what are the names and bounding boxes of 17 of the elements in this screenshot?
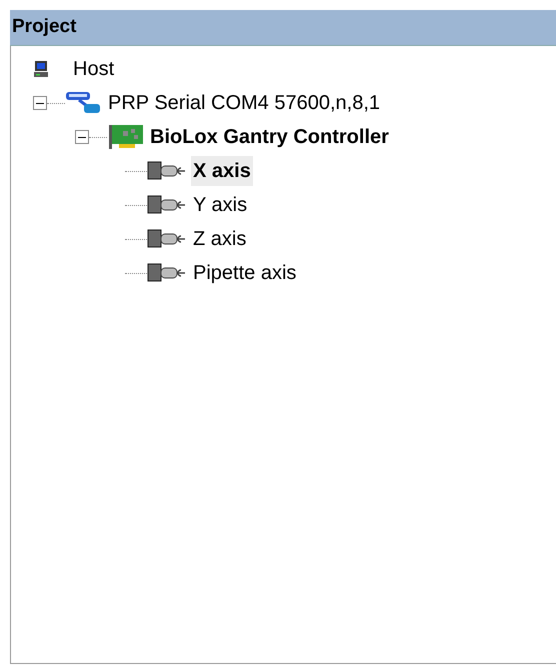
tree-item-label[interactable]: Y axis — [191, 190, 250, 220]
tree-item-label[interactable]: Pipette axis — [191, 258, 298, 288]
tree-item-label[interactable]: Z axis — [191, 224, 248, 254]
computer-icon — [33, 60, 49, 78]
panel-title: Project — [12, 15, 76, 40]
motor-icon — [147, 262, 187, 284]
cable-icon — [65, 90, 102, 116]
collapse-toggle[interactable] — [75, 130, 89, 144]
motor-icon — [147, 228, 187, 250]
tree-item-label[interactable]: X axis — [191, 156, 253, 186]
circuit-board-icon — [107, 124, 144, 150]
tree-item-label[interactable]: PRP Serial COM4 57600,n,8,1 — [106, 88, 382, 118]
motor-icon — [147, 194, 187, 216]
motor-icon — [147, 160, 187, 182]
tree-item-label[interactable]: BioLox Gantry Controller — [148, 122, 391, 152]
tree-item-label[interactable]: Host — [71, 54, 116, 84]
collapse-toggle[interactable] — [33, 96, 47, 110]
